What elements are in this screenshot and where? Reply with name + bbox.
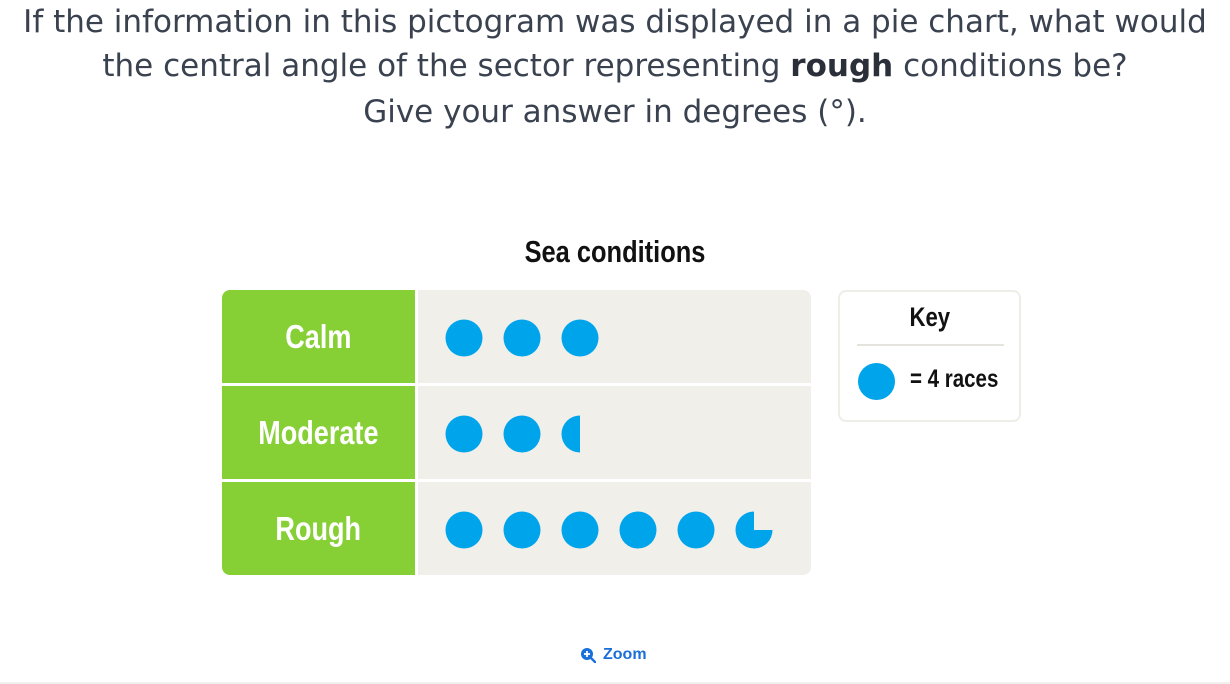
pictogram-partial-icon-moderate [561,415,580,453]
pictogram-row-moderate: Moderate [222,386,811,479]
pictogram-icon-rough [445,511,483,549]
row-divider [222,479,811,482]
zoom-in-icon [581,648,596,663]
question-text: If the information in this pictogram was… [20,0,1210,134]
pictogram-icon-rough [619,511,657,549]
zoom-label: Zoom [603,646,647,663]
row-divider [222,383,811,386]
key-divider [857,344,1004,346]
row-label-rough: Rough [222,482,415,575]
row-icons-moderate [418,386,811,479]
row-label-calm: Calm [222,290,415,383]
pictogram-icon-calm [561,319,599,357]
icons-svg-moderate [445,415,580,453]
icons-svg-calm [445,319,599,357]
question-part-2: conditions be? [893,48,1128,84]
icons-svg-rough [445,511,773,549]
pictogram-row-rough: Rough [222,482,811,575]
pictogram-row-calm: Calm [222,290,811,383]
row-label-calm-text: Calm [285,317,352,355]
pictogram-icon-moderate [503,415,541,453]
key-box: Key = 4 races [838,290,1021,422]
pictogram-icon-rough [561,511,599,549]
row-label-moderate: Moderate [222,386,415,479]
circle-icon [858,363,895,400]
column-divider [415,290,418,575]
pictogram-icon-rough [677,511,715,549]
question-line-2: Give your answer in degrees (°). [363,94,867,130]
row-icons-calm [418,290,811,383]
key-text: = 4 races [910,365,999,393]
pictogram-table: Calm Moderate Rough [222,290,811,575]
row-icons-rough [418,482,811,575]
key-title: Key [840,302,1019,333]
chart-title: Sea conditions [524,234,706,269]
pictogram-icon-moderate [445,415,483,453]
pictogram-icon-calm [445,319,483,357]
pictogram-icon-calm [503,319,541,357]
key-title-text: Key [909,302,950,332]
pictogram-icon-rough [503,511,541,549]
pictogram-partial-icon-rough [735,511,773,549]
zoom-button[interactable]: Zoom [580,643,647,667]
row-label-rough-text: Rough [275,509,362,547]
question-line-1: If the information in this pictogram was… [20,0,1210,88]
row-label-moderate-text: Moderate [258,413,379,451]
question-bold-word: rough [790,48,894,84]
